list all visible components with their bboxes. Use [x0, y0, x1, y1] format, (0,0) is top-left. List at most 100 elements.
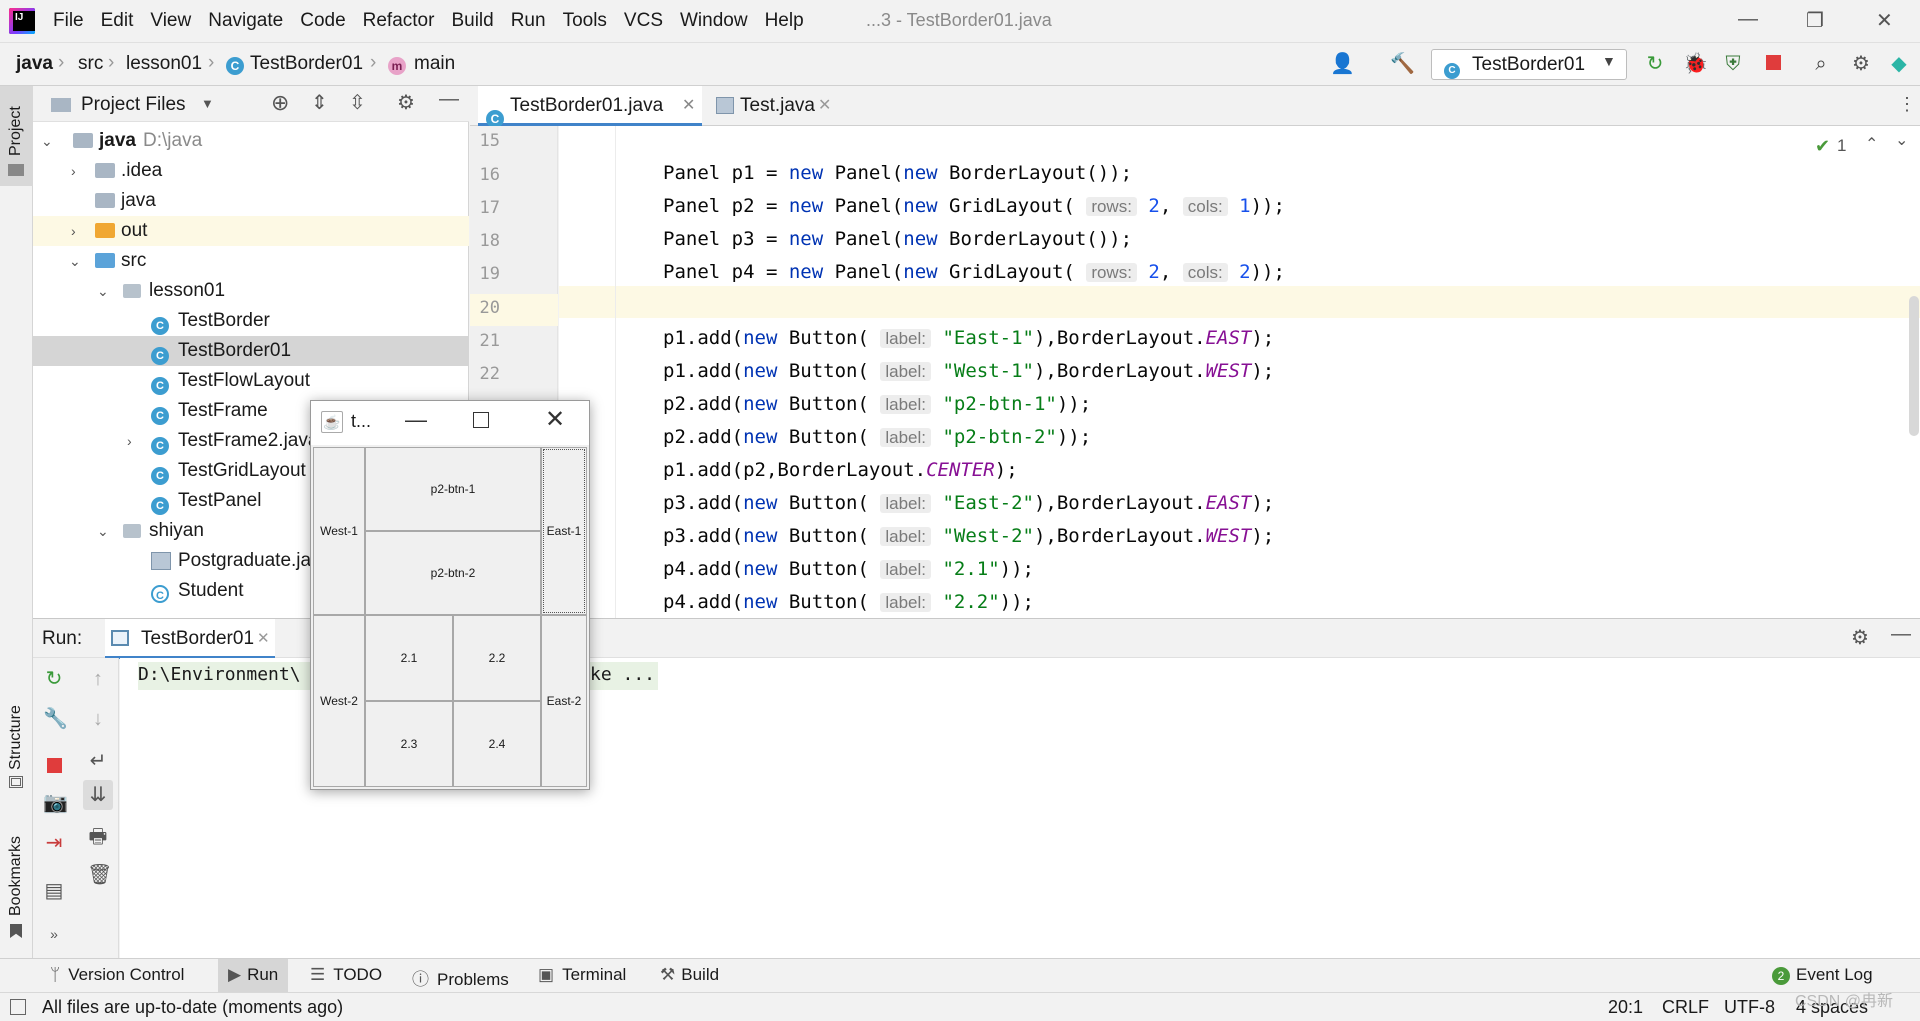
rerun-icon[interactable]: ↻: [43, 668, 65, 690]
checkmark-icon[interactable]: ✔: [1815, 136, 1830, 157]
maximize-icon[interactable]: [473, 412, 489, 428]
menu-edit[interactable]: Edit: [101, 10, 134, 32]
menu-file[interactable]: File: [53, 10, 84, 32]
chevron-right-icon[interactable]: ›: [71, 216, 76, 246]
tree-item-src[interactable]: ⌄ src: [33, 246, 469, 276]
menu-view[interactable]: View: [150, 10, 191, 32]
chevron-down-icon[interactable]: ⌄: [97, 516, 109, 546]
menu-code[interactable]: Code: [300, 10, 345, 32]
tree-item-java-folder[interactable]: java: [33, 186, 469, 216]
plugin-icon[interactable]: ◆: [1888, 53, 1910, 75]
user-icon[interactable]: 👤: [1330, 53, 1355, 75]
tree-item-testflowlayout[interactable]: C TestFlowLayout: [33, 366, 469, 396]
breadcrumb-project[interactable]: java: [16, 53, 53, 75]
locate-icon[interactable]: ⊕: [271, 90, 289, 116]
button-2-3[interactable]: 2.3: [365, 701, 453, 787]
swing-frame-window[interactable]: ☕ t... — ✕ West-1 p2-btn-1 p2-btn-2 East…: [310, 400, 590, 790]
chevron-down-icon[interactable]: ⌄: [69, 246, 81, 276]
debug-icon[interactable]: 🐞: [1683, 53, 1708, 75]
soft-wrap-icon[interactable]: ↵: [87, 750, 109, 772]
tree-item-out[interactable]: › out: [33, 216, 469, 246]
project-view-select[interactable]: Project Files: [81, 94, 186, 116]
menu-run[interactable]: Run: [511, 10, 546, 32]
chevron-up-icon[interactable]: ⌃: [1865, 134, 1878, 154]
project-tool-label[interactable]: Project: [7, 106, 25, 156]
tab-version-control[interactable]: ᛘ Version Control: [50, 965, 184, 985]
tab-todo[interactable]: ☰ TODO: [310, 965, 382, 985]
stop-icon[interactable]: [43, 756, 65, 778]
hide-panel-icon[interactable]: —: [439, 88, 459, 111]
menu-help[interactable]: Help: [765, 10, 804, 32]
tab-options-icon[interactable]: ⋮: [1898, 94, 1916, 115]
gear-icon[interactable]: ⚙: [1851, 625, 1869, 650]
chevron-down-icon[interactable]: ⌄: [97, 276, 109, 306]
close-tab-icon[interactable]: ✕: [257, 629, 270, 647]
tab-test[interactable]: Test.java ✕: [710, 86, 850, 126]
chevron-down-icon[interactable]: ▼: [201, 96, 214, 111]
coverage-icon[interactable]: ⛨: [1722, 53, 1744, 75]
rerun-icon[interactable]: ↻: [1644, 53, 1666, 75]
tree-item-java-root[interactable]: ⌄ java D:\java: [33, 126, 469, 156]
button-2-4[interactable]: 2.4: [453, 701, 541, 787]
chevron-right-icon[interactable]: ›: [71, 156, 76, 186]
close-icon[interactable]: ✕: [1876, 8, 1893, 33]
menu-tools[interactable]: Tools: [563, 10, 607, 32]
run-configuration-select[interactable]: C TestBorder01 ▼: [1431, 49, 1627, 80]
camera-icon[interactable]: 📷: [43, 792, 68, 814]
editor-scrollbar[interactable]: [1909, 296, 1919, 436]
line-separator[interactable]: CRLF: [1662, 997, 1709, 1018]
close-icon[interactable]: ✕: [545, 405, 565, 434]
close-tab-icon[interactable]: ✕: [818, 86, 831, 126]
tab-problems[interactable]: ⓘ Problems: [412, 965, 509, 990]
button-east-1[interactable]: East-1: [541, 447, 587, 615]
chevron-right-icon[interactable]: ›: [127, 426, 132, 456]
code-editor[interactable]: ✔ 1 ⌃ ⌄ Panel p1 = new Panel(new BorderL…: [559, 126, 1920, 618]
arrow-down-icon[interactable]: ↓: [87, 708, 109, 730]
file-encoding[interactable]: UTF-8: [1724, 997, 1775, 1018]
swing-title-bar[interactable]: ☕ t... — ✕: [311, 401, 589, 445]
wrench-icon[interactable]: 🔧: [43, 708, 68, 730]
menu-refactor[interactable]: Refactor: [363, 10, 435, 32]
minimize-icon[interactable]: —: [1738, 8, 1758, 31]
close-tab-icon[interactable]: ✕: [682, 86, 695, 126]
tree-item-testborder01[interactable]: C TestBorder01: [33, 336, 469, 366]
menu-window[interactable]: Window: [680, 10, 748, 32]
menu-navigate[interactable]: Navigate: [208, 10, 283, 32]
layout-toggle-icon[interactable]: [10, 999, 26, 1015]
restore-icon[interactable]: ❐: [1806, 8, 1824, 33]
print-icon[interactable]: 🖶: [87, 826, 109, 848]
login-icon[interactable]: ⇥: [43, 832, 65, 854]
expand-all-icon[interactable]: ⇕: [311, 90, 328, 115]
caret-position[interactable]: 20:1: [1608, 997, 1643, 1018]
collapse-all-icon[interactable]: ⇳: [349, 90, 366, 115]
minimize-icon[interactable]: —: [405, 407, 427, 433]
button-p2-btn-1[interactable]: p2-btn-1: [365, 447, 541, 531]
button-2-1[interactable]: 2.1: [365, 615, 453, 701]
breadcrumb-class[interactable]: TestBorder01: [250, 53, 363, 75]
search-icon[interactable]: ⌕: [1810, 53, 1832, 75]
hide-panel-icon[interactable]: —: [1891, 623, 1911, 646]
layout-icon[interactable]: ▤: [43, 880, 65, 902]
tab-build[interactable]: ⚒ Build: [660, 965, 719, 985]
menu-vcs[interactable]: VCS: [624, 10, 663, 32]
breadcrumb-lesson01[interactable]: lesson01: [126, 53, 202, 75]
structure-tool-label[interactable]: Structure: [7, 705, 25, 770]
tree-item-idea[interactable]: › .idea: [33, 156, 469, 186]
trash-icon[interactable]: 🗑: [87, 864, 112, 886]
bookmarks-tool-label[interactable]: Bookmarks: [7, 836, 25, 916]
chevron-down-icon[interactable]: ⌄: [1895, 130, 1908, 150]
button-east-2[interactable]: East-2: [541, 615, 587, 787]
gear-icon[interactable]: ⚙: [1850, 53, 1872, 75]
tree-item-testborder[interactable]: C TestBorder: [33, 306, 469, 336]
stop-icon[interactable]: [1762, 53, 1784, 75]
chevron-down-icon[interactable]: ⌄: [41, 126, 53, 156]
gear-icon[interactable]: ⚙: [397, 90, 415, 115]
tab-terminal[interactable]: ▣ Terminal: [538, 965, 626, 985]
breadcrumb-src[interactable]: src: [78, 53, 103, 75]
button-2-2[interactable]: 2.2: [453, 615, 541, 701]
tab-run[interactable]: ▶ Run: [228, 965, 278, 985]
scroll-to-end-icon[interactable]: ⇊: [83, 780, 113, 810]
run-tab-testborder01[interactable]: TestBorder01 ✕: [105, 619, 275, 659]
more-icon[interactable]: »: [43, 923, 65, 945]
tab-testborder01[interactable]: C TestBorder01.java ✕: [478, 86, 702, 128]
